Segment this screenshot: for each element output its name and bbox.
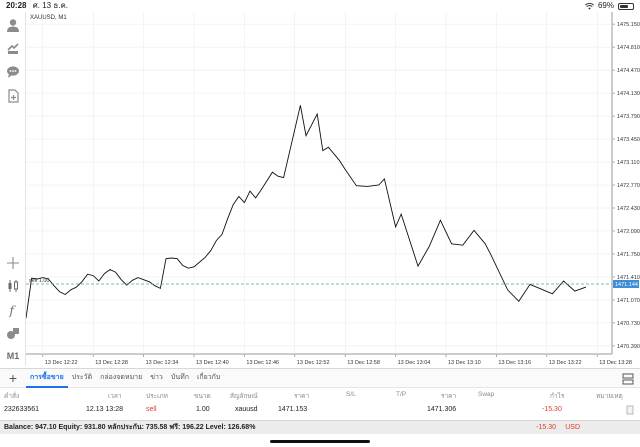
- y-tick-label: 1474.470: [617, 68, 640, 74]
- y-tick-label: 1473.450: [617, 137, 640, 143]
- x-tick-label: 13 Dec 12:52: [297, 360, 330, 366]
- tab-news[interactable]: ข่าว: [146, 368, 167, 388]
- price-chart[interactable]: 1475.150 1474.810 1474.470 1474.130 1473.790…: [26, 12, 640, 367]
- col-time: เวลา: [108, 393, 122, 400]
- x-tick-label: 13 Dec 12:46: [246, 360, 279, 366]
- y-tick-label: 1470.730: [617, 321, 640, 327]
- x-tick-label: 13 Dec 12:58: [347, 360, 380, 366]
- tab-journal[interactable]: บันทึก: [167, 368, 193, 388]
- y-tick-label: 1472.770: [617, 183, 640, 189]
- y-tick-label: 1472.090: [617, 229, 640, 235]
- cell-type: sell: [146, 406, 157, 413]
- cell-open-price: 1471.153: [278, 406, 308, 413]
- tab-mailbox[interactable]: กล่องจดหมาย: [96, 368, 146, 388]
- chat-icon[interactable]: [4, 63, 22, 81]
- cell-volume: 1.00: [196, 406, 210, 413]
- add-icon[interactable]: +: [0, 370, 26, 386]
- y-tick-label: 1474.810: [617, 45, 640, 51]
- col-profit: กำไร: [550, 393, 565, 400]
- balance-summary: Balance: 947.10 Equity: 931.80 หลักประกั…: [4, 424, 256, 431]
- col-tp: T/P: [396, 391, 407, 398]
- x-tick-label: 13 Dec 13:22: [549, 360, 582, 366]
- svg-text:f: f: [9, 304, 17, 318]
- indicators-icon[interactable]: f: [4, 301, 22, 319]
- cell-profit: -15.30: [542, 406, 562, 413]
- y-tick-label: 1471.070: [617, 298, 640, 304]
- x-tick-label: 13 Dec 12:34: [146, 360, 179, 366]
- col-price-current: ราคา: [441, 393, 457, 400]
- layout-settings-icon[interactable]: [622, 373, 634, 385]
- account-icon[interactable]: [4, 16, 22, 34]
- x-tick-label: 13 Dec 13:04: [398, 360, 431, 366]
- trade-icon[interactable]: [4, 39, 22, 57]
- battery-percent: 69%: [597, 1, 614, 10]
- col-type: ประเภท: [146, 393, 168, 400]
- tab-about[interactable]: เกี่ยวกับ: [193, 368, 224, 388]
- x-tick-label: 13 Dec 12:40: [196, 360, 229, 366]
- wifi-icon: [584, 2, 594, 10]
- chart-type-icon[interactable]: [4, 277, 22, 295]
- y-tick-label: 1473.110: [617, 160, 640, 166]
- chart-symbol-label: XAUUSD, M1: [30, 15, 67, 21]
- status-date: ศ. 13 ธ.ค.: [32, 1, 69, 10]
- status-left: 20:28 ศ. 13 ธ.ค.: [6, 0, 68, 12]
- col-volume: ขนาด: [194, 393, 211, 400]
- crosshair-icon[interactable]: [4, 254, 22, 272]
- y-tick-label: 1473.790: [617, 114, 640, 120]
- battery-icon: [618, 2, 634, 10]
- currency-label: USD: [565, 424, 580, 431]
- cell-current-price: 1471.306: [427, 406, 457, 413]
- x-tick-label: 13 Dec 12:28: [95, 360, 128, 366]
- y-tick-label: 1470.390: [617, 344, 640, 350]
- chart-svg[interactable]: 1475.150 1474.810 1474.470 1474.130 1473.790…: [26, 12, 640, 367]
- home-indicator: [270, 440, 370, 443]
- close-position-icon[interactable]: [626, 405, 634, 415]
- price-series-line: [26, 105, 587, 319]
- status-bar: 20:28 ศ. 13 ธ.ค. 69%: [0, 0, 640, 12]
- current-price-label: 1471.144: [615, 282, 638, 288]
- col-symbol: สัญลักษณ์: [230, 393, 258, 400]
- balance-bar: Balance: 947.10 Equity: 931.80 หลักประกั…: [0, 420, 640, 434]
- position-price-label: sell 1.00: [29, 278, 50, 284]
- terminal-tabs: + การซื้อขาย ประวัติ กล่องจดหมาย ข่าว บั…: [0, 368, 640, 388]
- col-price: ราคา: [294, 393, 310, 400]
- col-order: คำสั่ง: [4, 393, 20, 400]
- y-tick-label: 1471.750: [617, 252, 640, 258]
- timeframe-button[interactable]: M1: [4, 347, 22, 365]
- col-sl: S/L: [346, 391, 356, 398]
- col-comment: หมายเหตุ: [596, 393, 623, 400]
- x-tick-label: 13 Dec 13:16: [498, 360, 531, 366]
- y-tick-label: 1475.150: [617, 22, 640, 28]
- y-tick-label: 1472.430: [617, 206, 640, 212]
- positions-header: คำสั่ง เวลา ประเภท ขนาด สัญลักษณ์ ราคา S…: [0, 388, 640, 402]
- cell-time: 12.13 13:28: [86, 406, 123, 413]
- left-toolbar: f M1: [0, 12, 26, 366]
- battery-fill: [620, 4, 629, 8]
- cell-symbol: xauusd: [235, 406, 258, 413]
- tab-trade[interactable]: การซื้อขาย: [26, 368, 68, 388]
- table-row[interactable]: 232633561 12.13 13:28 sell 1.00 xauusd 1…: [0, 403, 640, 418]
- x-tick-label: 13 Dec 13:10: [448, 360, 481, 366]
- x-tick-label: 13 Dec 13:28: [599, 360, 632, 366]
- new-order-icon[interactable]: [4, 87, 22, 105]
- cell-order: 232633561: [4, 406, 40, 413]
- status-time: 20:28: [6, 1, 27, 10]
- tab-history[interactable]: ประวัติ: [68, 368, 96, 388]
- objects-icon[interactable]: [4, 324, 22, 342]
- x-tick-label: 13 Dec 12:22: [45, 360, 78, 366]
- col-swap: Swap: [478, 391, 495, 398]
- total-profit: -15.30: [536, 424, 556, 431]
- y-tick-label: 1474.130: [617, 91, 640, 97]
- status-right: 69%: [584, 0, 634, 12]
